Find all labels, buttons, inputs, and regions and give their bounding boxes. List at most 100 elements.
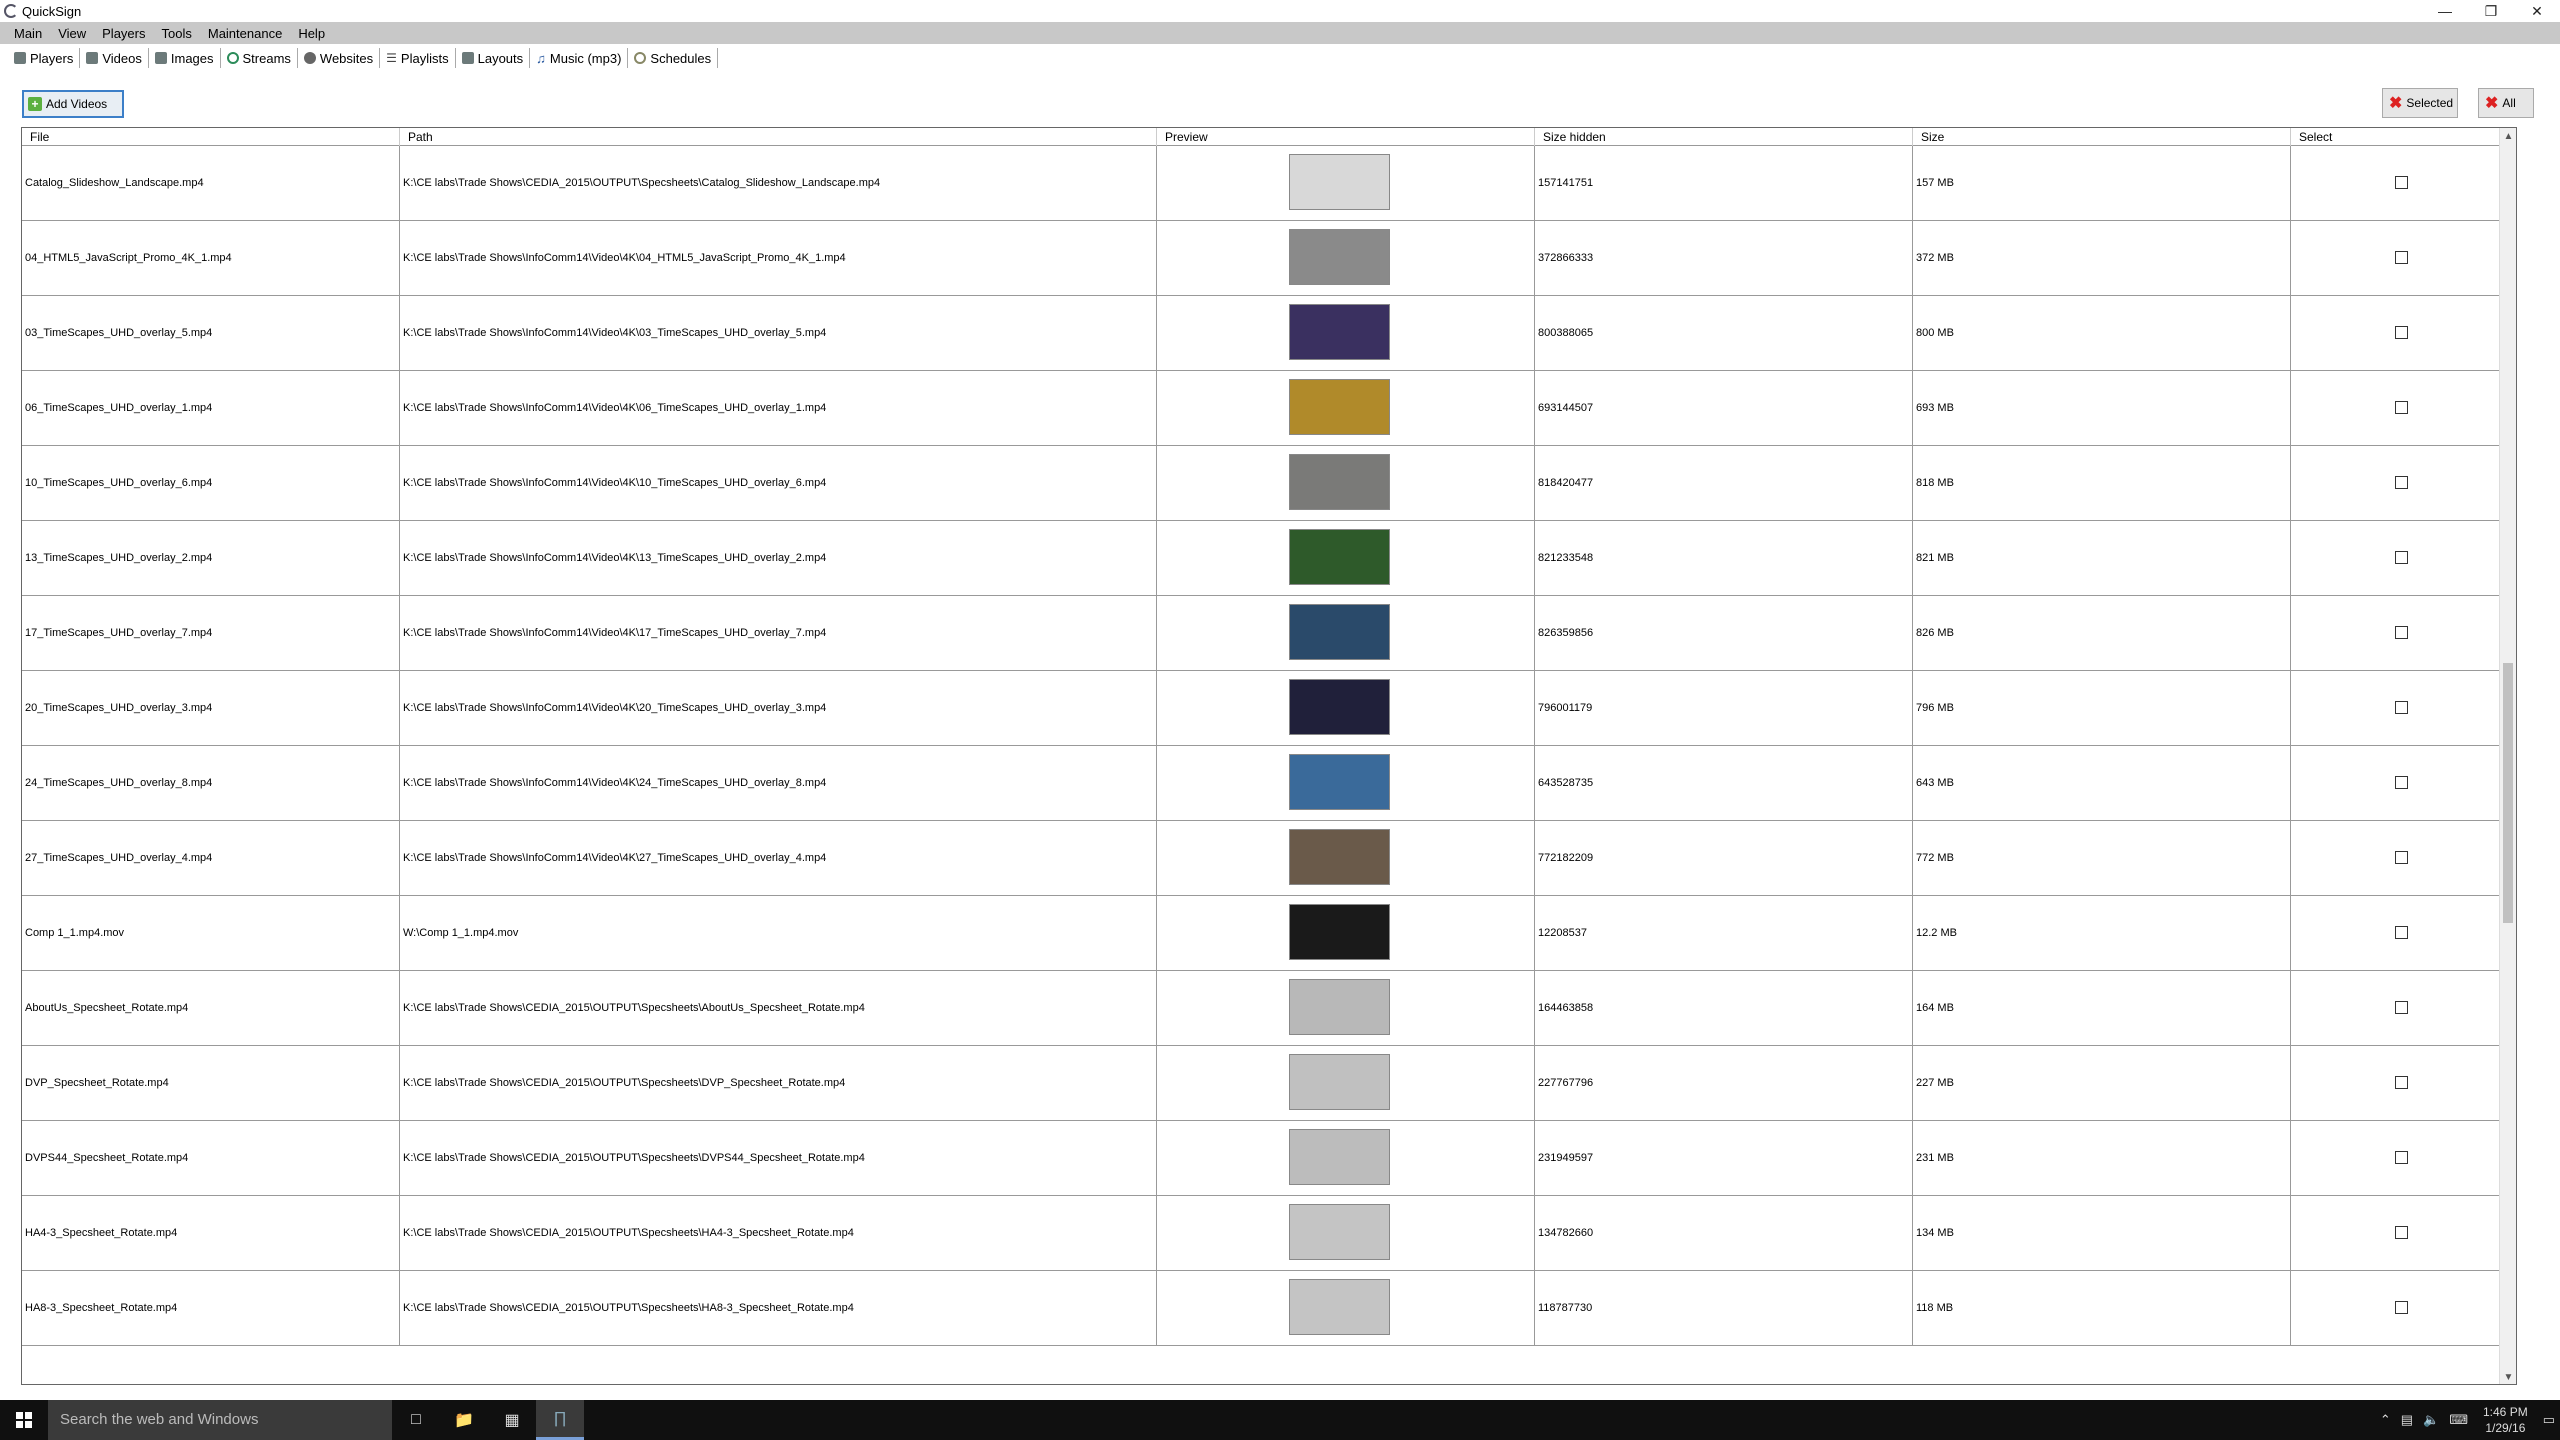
videos-grid: File Path Preview Size hidden Size Selec… <box>21 127 2517 1385</box>
close-button[interactable]: ✕ <box>2514 0 2560 22</box>
tab-layouts[interactable]: Layouts <box>456 48 531 68</box>
tab-label: Players <box>30 50 74 66</box>
file-cell: 17_TimeScapes_UHD_overlay_7.mp4 <box>22 596 400 671</box>
select-checkbox[interactable] <box>2395 326 2408 339</box>
select-checkbox[interactable] <box>2395 701 2408 714</box>
select-checkbox[interactable] <box>2395 626 2408 639</box>
players-icon <box>14 52 26 64</box>
taskbar-search-input[interactable]: Search the web and Windows <box>48 1400 392 1440</box>
tab-playlists[interactable]: ☰ Playlists <box>380 48 456 68</box>
scroll-down-icon[interactable]: ▼ <box>2500 1369 2516 1384</box>
table-row[interactable]: 24_TimeScapes_UHD_overlay_8.mp4 K:\CE lab… <box>22 746 2516 821</box>
column-header-size[interactable]: Size <box>1913 128 2291 146</box>
select-checkbox[interactable] <box>2395 476 2408 489</box>
table-row[interactable]: AboutUs_Specsheet_Rotate.mp4 K:\CE labs\T… <box>22 971 2516 1046</box>
path-cell: K:\CE labs\Trade Shows\InfoComm14\Video\… <box>400 596 1157 671</box>
size-hidden-cell: 227767796 <box>1535 1046 1913 1121</box>
delete-all-button[interactable]: ✖ All <box>2478 88 2534 118</box>
select-cell <box>2291 296 2501 371</box>
add-videos-label: Add Videos <box>46 97 108 111</box>
table-row[interactable]: 04_HTML5_JavaScript_Promo_4K_1.mp4 K:\CE … <box>22 221 2516 296</box>
video-thumbnail <box>1289 1204 1390 1260</box>
column-header-file[interactable]: File <box>22 128 400 146</box>
scroll-up-icon[interactable]: ▲ <box>2500 128 2516 145</box>
quicksign-taskbar-icon[interactable]: ∏ <box>536 1400 584 1440</box>
select-checkbox[interactable] <box>2395 176 2408 189</box>
tab-schedules[interactable]: Schedules <box>628 48 719 68</box>
select-checkbox[interactable] <box>2395 1301 2408 1314</box>
restore-button[interactable]: ❐ <box>2468 0 2514 22</box>
select-checkbox[interactable] <box>2395 1151 2408 1164</box>
select-checkbox[interactable] <box>2395 776 2408 789</box>
menu-main[interactable]: Main <box>6 26 50 41</box>
table-row[interactable]: HA4-3_Specsheet_Rotate.mp4 K:\CE labs\Tra… <box>22 1196 2516 1271</box>
tab-players[interactable]: Players <box>8 48 81 68</box>
taskbar: Search the web and Windows □ 📁 ▦ ∏ ⌃ ▤ 🔈… <box>0 1400 2560 1440</box>
table-row[interactable]: 20_TimeScapes_UHD_overlay_3.mp4 K:\CE lab… <box>22 671 2516 746</box>
file-cell: 24_TimeScapes_UHD_overlay_8.mp4 <box>22 746 400 821</box>
network-icon[interactable]: ▤ <box>2396 1412 2418 1428</box>
vertical-scrollbar[interactable]: ▲ ▼ <box>2499 128 2516 1384</box>
task-view-icon[interactable]: □ <box>392 1400 440 1440</box>
music-icon: ♫ <box>536 50 546 66</box>
video-thumbnail <box>1289 379 1390 435</box>
column-header-path[interactable]: Path <box>400 128 1157 146</box>
tab-music[interactable]: ♫ Music (mp3) <box>530 48 629 68</box>
menu-players[interactable]: Players <box>94 26 153 41</box>
table-row[interactable]: 06_TimeScapes_UHD_overlay_1.mp4 K:\CE lab… <box>22 371 2516 446</box>
tab-label: Streams <box>242 50 291 66</box>
table-row[interactable]: DVP_Specsheet_Rotate.mp4 K:\CE labs\Trade… <box>22 1046 2516 1121</box>
column-header-select[interactable]: Select <box>2291 128 2501 146</box>
table-row[interactable]: Catalog_Slideshow_Landscape.mp4 K:\CE lab… <box>22 146 2516 221</box>
select-checkbox[interactable] <box>2395 551 2408 564</box>
select-cell <box>2291 521 2501 596</box>
menu-tools[interactable]: Tools <box>154 26 200 41</box>
menu-help[interactable]: Help <box>290 26 333 41</box>
select-checkbox[interactable] <box>2395 926 2408 939</box>
table-row[interactable]: 17_TimeScapes_UHD_overlay_7.mp4 K:\CE lab… <box>22 596 2516 671</box>
size-hidden-cell: 826359856 <box>1535 596 1913 671</box>
select-checkbox[interactable] <box>2395 1001 2408 1014</box>
notifications-icon[interactable]: ▭ <box>2538 1412 2560 1428</box>
select-cell <box>2291 671 2501 746</box>
file-explorer-icon[interactable]: 📁 <box>440 1400 488 1440</box>
section-toolbar: Players Videos Images Streams Websites ☰… <box>0 46 2560 70</box>
select-checkbox[interactable] <box>2395 851 2408 864</box>
add-videos-button[interactable]: + Add Videos <box>22 90 124 118</box>
column-header-size-hidden[interactable]: Size hidden <box>1535 128 1913 146</box>
table-row[interactable]: 13_TimeScapes_UHD_overlay_2.mp4 K:\CE lab… <box>22 521 2516 596</box>
column-header-preview[interactable]: Preview <box>1157 128 1535 146</box>
table-row[interactable]: DVPS44_Specsheet_Rotate.mp4 K:\CE labs\Tr… <box>22 1121 2516 1196</box>
tab-videos[interactable]: Videos <box>80 48 149 68</box>
size-cell: 800 MB <box>1913 296 2291 371</box>
select-checkbox[interactable] <box>2395 1226 2408 1239</box>
minimize-button[interactable]: — <box>2422 0 2468 22</box>
menu-view[interactable]: View <box>50 26 94 41</box>
table-row[interactable]: HA8-3_Specsheet_Rotate.mp4 K:\CE labs\Tra… <box>22 1271 2516 1346</box>
chevron-up-icon[interactable]: ⌃ <box>2375 1412 2396 1428</box>
keyboard-icon[interactable]: ⌨ <box>2444 1412 2473 1428</box>
tab-websites[interactable]: Websites <box>298 48 381 68</box>
tab-streams[interactable]: Streams <box>221 48 298 68</box>
store-icon[interactable]: ▦ <box>488 1400 536 1440</box>
select-checkbox[interactable] <box>2395 401 2408 414</box>
delete-selected-button[interactable]: ✖ Selected <box>2382 88 2458 118</box>
menu-maintenance[interactable]: Maintenance <box>200 26 290 41</box>
table-row[interactable]: 03_TimeScapes_UHD_overlay_5.mp4 K:\CE lab… <box>22 296 2516 371</box>
select-checkbox[interactable] <box>2395 1076 2408 1089</box>
tab-images[interactable]: Images <box>149 48 221 68</box>
table-row[interactable]: 27_TimeScapes_UHD_overlay_4.mp4 K:\CE lab… <box>22 821 2516 896</box>
path-cell: K:\CE labs\Trade Shows\CEDIA_2015\OUTPUT… <box>400 1046 1157 1121</box>
size-hidden-cell: 157141751 <box>1535 146 1913 221</box>
grid-header: File Path Preview Size hidden Size Selec… <box>22 128 2516 146</box>
video-thumbnail <box>1289 529 1390 585</box>
delete-selected-label: Selected <box>2406 96 2454 110</box>
scrollbar-thumb[interactable] <box>2503 663 2513 923</box>
select-checkbox[interactable] <box>2395 251 2408 264</box>
table-row[interactable]: Comp 1_1.mp4.mov W:\Comp 1_1.mp4.mov 12208… <box>22 896 2516 971</box>
start-button[interactable] <box>0 1400 48 1440</box>
volume-icon[interactable]: 🔈 <box>2418 1412 2444 1428</box>
taskbar-clock[interactable]: 1:46 PM 1/29/16 <box>2473 1404 2538 1436</box>
path-cell: K:\CE labs\Trade Shows\CEDIA_2015\OUTPUT… <box>400 1196 1157 1271</box>
table-row[interactable]: 10_TimeScapes_UHD_overlay_6.mp4 K:\CE lab… <box>22 446 2516 521</box>
